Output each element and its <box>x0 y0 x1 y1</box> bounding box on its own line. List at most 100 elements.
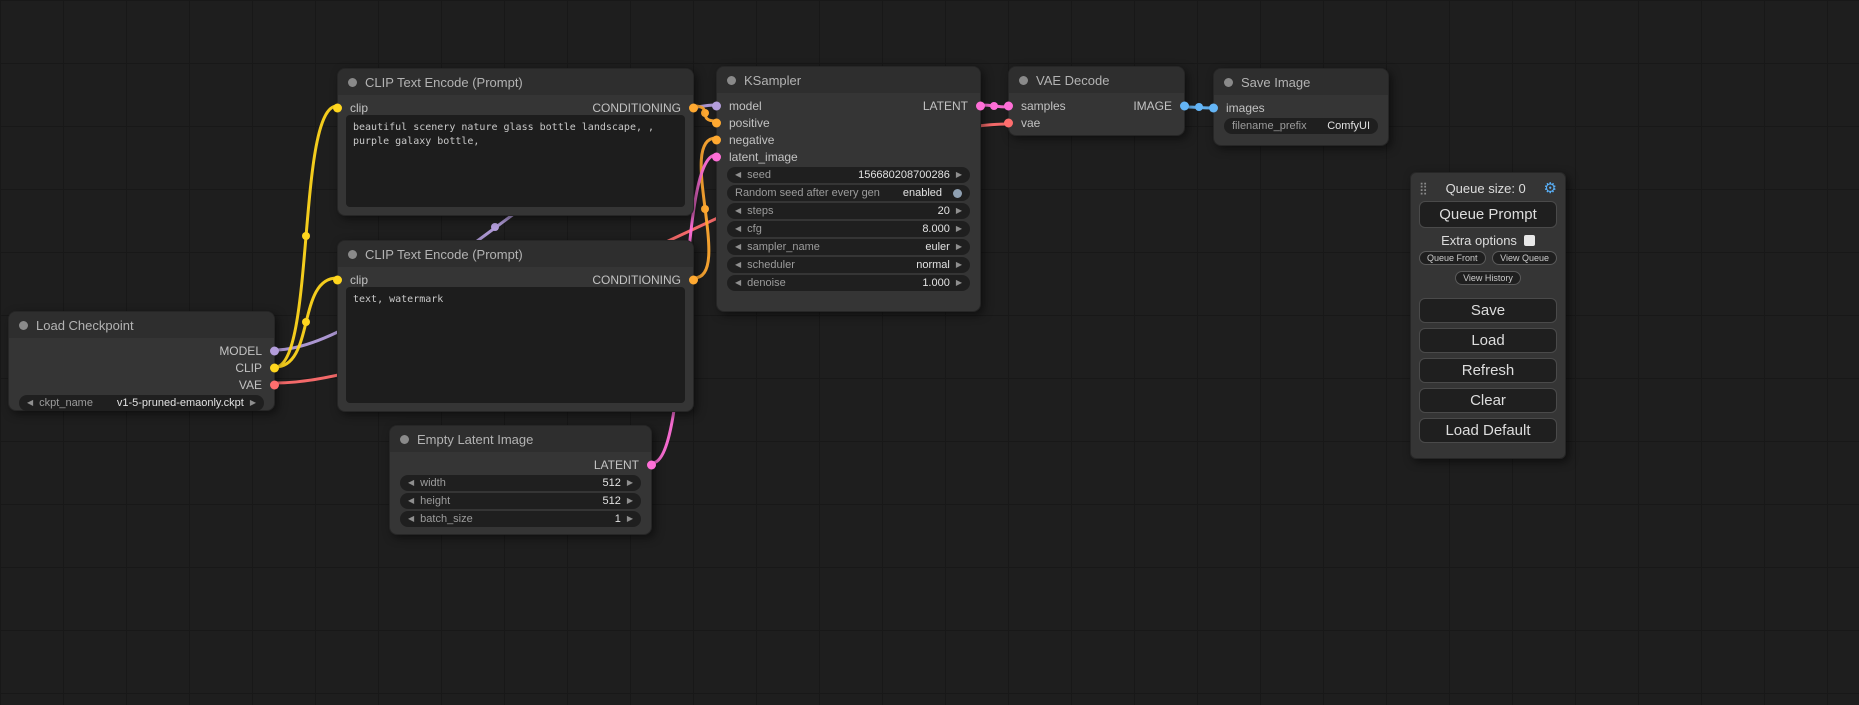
prev-value-icon[interactable]: ◀ <box>27 399 33 407</box>
node-graph-canvas[interactable]: Load Checkpoint MODEL CLIP VAE ◀ ckpt_na… <box>0 0 1859 705</box>
wire-midpoint-dot-clip-2[interactable] <box>302 318 310 326</box>
collapse-dot-icon[interactable] <box>727 76 736 85</box>
ckpt-name-widget[interactable]: ◀ ckpt_name v1-5-pruned-emaonly.ckpt ▶ <box>19 395 264 411</box>
node-title-bar[interactable]: Empty Latent Image <box>390 426 651 452</box>
output-dot-conditioning[interactable] <box>689 275 698 284</box>
output-dot-image[interactable] <box>1180 101 1189 110</box>
slot-row: vae <box>1009 114 1184 131</box>
input-dot-vae[interactable] <box>1004 118 1013 127</box>
toggle-dot[interactable] <box>953 189 962 198</box>
filename-prefix-widget[interactable]: filename_prefix ComfyUI <box>1224 118 1378 134</box>
output-dot-latent[interactable] <box>647 460 656 469</box>
width-widget[interactable]: ◀ width 512 ▶ <box>400 475 641 491</box>
scheduler-widget[interactable]: ◀ scheduler normal ▶ <box>727 257 970 273</box>
random-seed-toggle[interactable]: Random seed after every gen enabled <box>727 185 970 201</box>
next-value-icon[interactable]: ▶ <box>956 171 962 179</box>
prev-value-icon[interactable]: ◀ <box>735 207 741 215</box>
collapse-dot-icon[interactable] <box>1019 76 1028 85</box>
node-save-image[interactable]: Save Image images filename_prefix ComfyU… <box>1213 68 1389 146</box>
output-dot-vae[interactable] <box>270 380 279 389</box>
prev-value-icon[interactable]: ◀ <box>408 479 414 487</box>
wire-midpoint-dot-negative[interactable] <box>701 205 709 213</box>
prev-value-icon[interactable]: ◀ <box>735 261 741 269</box>
wire-midpoint-dot-samples[interactable] <box>990 102 998 110</box>
node-empty-latent-image[interactable]: Empty Latent Image LATENT ◀ width 512 ▶ … <box>389 425 652 535</box>
height-widget[interactable]: ◀ height 512 ▶ <box>400 493 641 509</box>
node-title-bar[interactable]: CLIP Text Encode (Prompt) <box>338 69 693 95</box>
wire-midpoint-dot-model[interactable] <box>491 223 499 231</box>
input-dot-latent-image[interactable] <box>712 152 721 161</box>
queue-panel-header: ⣿ Queue size: 0 ⚙ <box>1419 178 1557 198</box>
sampler-name-widget[interactable]: ◀ sampler_name euler ▶ <box>727 239 970 255</box>
collapse-dot-icon[interactable] <box>1224 78 1233 87</box>
prev-value-icon[interactable]: ◀ <box>735 225 741 233</box>
queue-front-button[interactable]: Queue Front <box>1419 251 1486 265</box>
prev-value-icon[interactable]: ◀ <box>408 497 414 505</box>
next-value-icon[interactable]: ▶ <box>627 479 633 487</box>
queue-prompt-button[interactable]: Queue Prompt <box>1419 201 1557 228</box>
node-title-bar[interactable]: CLIP Text Encode (Prompt) <box>338 241 693 267</box>
prompt-textarea[interactable]: text, watermark <box>346 287 685 403</box>
node-title-bar[interactable]: KSampler <box>717 67 980 93</box>
input-dot-negative[interactable] <box>712 135 721 144</box>
view-history-button[interactable]: View History <box>1455 271 1521 285</box>
next-value-icon[interactable]: ▶ <box>956 207 962 215</box>
widget-value: 1 <box>615 513 621 525</box>
node-clip-text-encode-negative[interactable]: CLIP Text Encode (Prompt) clip CONDITION… <box>337 240 694 412</box>
output-dot-model[interactable] <box>270 346 279 355</box>
prompt-textarea[interactable]: beautiful scenery nature glass bottle la… <box>346 115 685 207</box>
extra-options-checkbox[interactable] <box>1524 235 1535 246</box>
settings-gear-icon[interactable]: ⚙ <box>1544 179 1557 197</box>
wire-midpoint-dot-clip-1[interactable] <box>302 232 310 240</box>
collapse-dot-icon[interactable] <box>19 321 28 330</box>
collapse-dot-icon[interactable] <box>348 78 357 87</box>
input-dot-images[interactable] <box>1209 103 1218 112</box>
node-title: Save Image <box>1241 75 1310 90</box>
seed-widget[interactable]: ◀ seed 156680208700286 ▶ <box>727 167 970 183</box>
input-dot-clip[interactable] <box>333 103 342 112</box>
input-label-clip: clip <box>350 101 368 115</box>
drag-handle-icon[interactable]: ⣿ <box>1419 181 1428 195</box>
clear-button[interactable]: Clear <box>1419 388 1557 413</box>
node-clip-text-encode-positive[interactable]: CLIP Text Encode (Prompt) clip CONDITION… <box>337 68 694 216</box>
collapse-dot-icon[interactable] <box>400 435 409 444</box>
prev-value-icon[interactable]: ◀ <box>735 243 741 251</box>
input-dot-samples[interactable] <box>1004 101 1013 110</box>
input-dot-model[interactable] <box>712 101 721 110</box>
output-dot-clip[interactable] <box>270 363 279 372</box>
next-value-icon[interactable]: ▶ <box>627 515 633 523</box>
prev-value-icon[interactable]: ◀ <box>735 171 741 179</box>
output-dot-latent[interactable] <box>976 101 985 110</box>
next-value-icon[interactable]: ▶ <box>956 225 962 233</box>
node-vae-decode[interactable]: VAE Decode samples IMAGE vae <box>1008 66 1185 136</box>
save-button[interactable]: Save <box>1419 298 1557 323</box>
node-ksampler[interactable]: KSampler model LATENT positive negative … <box>716 66 981 312</box>
node-title-bar[interactable]: Load Checkpoint <box>9 312 274 338</box>
load-default-button[interactable]: Load Default <box>1419 418 1557 443</box>
view-queue-button[interactable]: View Queue <box>1492 251 1557 265</box>
steps-widget[interactable]: ◀ steps 20 ▶ <box>727 203 970 219</box>
next-value-icon[interactable]: ▶ <box>956 243 962 251</box>
extra-options-row: Extra options <box>1419 233 1557 248</box>
next-value-icon[interactable]: ▶ <box>956 261 962 269</box>
batch-size-widget[interactable]: ◀ batch_size 1 ▶ <box>400 511 641 527</box>
wire-midpoint-dot-positive[interactable] <box>701 109 709 117</box>
prev-value-icon[interactable]: ◀ <box>735 279 741 287</box>
refresh-button[interactable]: Refresh <box>1419 358 1557 383</box>
input-dot-clip[interactable] <box>333 275 342 284</box>
wire-midpoint-dot-image[interactable] <box>1195 103 1203 111</box>
next-value-icon[interactable]: ▶ <box>250 399 256 407</box>
output-dot-conditioning[interactable] <box>689 103 698 112</box>
node-title-bar[interactable]: Save Image <box>1214 69 1388 95</box>
cfg-widget[interactable]: ◀ cfg 8.000 ▶ <box>727 221 970 237</box>
collapse-dot-icon[interactable] <box>348 250 357 259</box>
next-value-icon[interactable]: ▶ <box>956 279 962 287</box>
next-value-icon[interactable]: ▶ <box>627 497 633 505</box>
node-title-bar[interactable]: VAE Decode <box>1009 67 1184 93</box>
load-button[interactable]: Load <box>1419 328 1557 353</box>
input-dot-positive[interactable] <box>712 118 721 127</box>
node-load-checkpoint[interactable]: Load Checkpoint MODEL CLIP VAE ◀ ckpt_na… <box>8 311 275 411</box>
denoise-widget[interactable]: ◀ denoise 1.000 ▶ <box>727 275 970 291</box>
slot-row: clip CONDITIONING <box>338 99 693 116</box>
prev-value-icon[interactable]: ◀ <box>408 515 414 523</box>
